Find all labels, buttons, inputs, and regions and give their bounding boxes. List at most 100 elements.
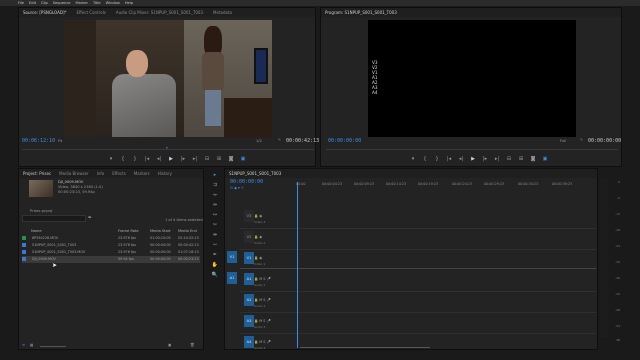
track-target[interactable]: A4	[244, 336, 254, 348]
track-header-a1[interactable]: A1 🔒 M S 🎤 Audio 1	[240, 271, 296, 291]
project-row[interactable]: S1NPUP_S001_S001_T003 23.976 fps 00:00:0…	[22, 242, 200, 249]
program-go-to-out-icon[interactable]: ▸|	[494, 156, 500, 162]
track-target[interactable]: A3	[244, 315, 254, 327]
program-step-forward-icon[interactable]: |▸	[482, 156, 488, 162]
lift-icon[interactable]: ⊟	[506, 156, 512, 162]
program-camera-icon[interactable]: ◙	[530, 156, 536, 162]
tab-markers[interactable]: Markers	[134, 169, 150, 178]
column-name[interactable]: Name	[31, 229, 42, 233]
tab-history[interactable]: History	[158, 169, 172, 178]
tab-media-browser[interactable]: Media Browser	[59, 169, 89, 178]
track-header-a3[interactable]: A3 🔒 M S 🎤 Audio 3	[240, 313, 296, 333]
track-target[interactable]: V3	[244, 210, 254, 222]
new-item-icon[interactable]: ▣	[168, 343, 171, 347]
track-header-v2[interactable]: V2 🔒 ◉ Video 2	[240, 229, 296, 249]
go-to-out-icon[interactable]: ▸|	[192, 156, 198, 162]
step-forward-icon[interactable]: |▸	[180, 156, 186, 162]
program-video-frame[interactable]: V3 V2 V1 A1 A2 A3 A4	[368, 20, 576, 137]
program-timecode[interactable]: 00:00:00:00	[328, 138, 361, 144]
program-mark-in-icon[interactable]: {	[422, 156, 428, 162]
program-wrench-icon[interactable]: ✎	[580, 138, 583, 142]
track-target[interactable]: A2	[244, 294, 254, 306]
menu-edit[interactable]: Edit	[29, 0, 36, 6]
track-target[interactable]: V1	[244, 252, 254, 264]
tab-source[interactable]: Source: [PSNGLOAD]*	[23, 8, 67, 17]
tab-project[interactable]: Project: Prisec	[23, 169, 51, 178]
source-patch-a1[interactable]: A1	[227, 272, 237, 284]
razor-icon[interactable]: ✂	[213, 222, 217, 228]
track-target[interactable]: A1	[244, 273, 254, 285]
timeline-tool-icons[interactable]: ⊡ ◆ ▾ ✎	[230, 186, 244, 190]
tab-program[interactable]: Program: S1NPUP_S001_S001_T003	[325, 8, 397, 17]
column-media-end[interactable]: Media End	[178, 229, 197, 233]
slide-icon[interactable]: ⇿	[213, 242, 217, 248]
selection-tool-icon[interactable]: ▸	[214, 172, 217, 178]
playhead-marker-icon[interactable]: ▾	[166, 146, 168, 150]
source-resolution-select[interactable]: 1/2	[256, 139, 262, 143]
program-scrub-bar[interactable]	[326, 149, 618, 150]
go-to-in-icon[interactable]: |◂	[144, 156, 150, 162]
wrench-icon[interactable]: ✎	[278, 138, 281, 142]
list-view-icon[interactable]: ≡	[22, 343, 25, 347]
step-back-icon[interactable]: ◂|	[156, 156, 162, 162]
source-scrub-bar[interactable]	[22, 149, 314, 150]
extract-icon[interactable]: ⊞	[518, 156, 524, 162]
tab-sequence[interactable]: S1NPUP_S001_S001_T003	[229, 169, 281, 178]
menu-clip[interactable]: Clip	[41, 0, 48, 6]
pen-icon[interactable]: ✒	[213, 252, 217, 258]
timeline-scrollbar[interactable]	[300, 347, 430, 348]
hand-icon[interactable]: ✋	[212, 262, 218, 268]
tab-effect-controls[interactable]: Effect Controls	[77, 8, 106, 17]
trash-icon[interactable]: 🗑	[190, 343, 195, 347]
tab-metadata[interactable]: Metadata	[213, 8, 232, 17]
camera-icon[interactable]: ◙	[228, 156, 234, 162]
clip-preview-thumbnail[interactable]	[29, 180, 53, 197]
column-media-start[interactable]: Media Start	[150, 229, 171, 233]
project-row-selected[interactable]: DJI_0009.MOV 59.94 fps 00:00:00:00 00:00…	[22, 256, 200, 263]
menu-help[interactable]: Help	[125, 0, 133, 6]
track-select-icon[interactable]: ⇉	[213, 182, 217, 188]
new-bin-icon[interactable]: ▬	[88, 215, 91, 219]
source-video-frame[interactable]	[64, 20, 272, 137]
rolling-edit-icon[interactable]: ⇹	[213, 202, 217, 208]
rate-stretch-icon[interactable]: ↔	[213, 212, 217, 218]
program-mark-out-icon[interactable]: }	[434, 156, 440, 162]
column-frame-rate[interactable]: Frame Rate	[118, 229, 139, 233]
slip-icon[interactable]: ⇼	[213, 232, 217, 238]
mark-out-icon[interactable]: }	[132, 156, 138, 162]
play-icon[interactable]: ▶	[168, 156, 174, 162]
track-header-a4[interactable]: A4 🔒 M S 🎤 Audio 4	[240, 334, 296, 354]
menu-title[interactable]: Title	[93, 0, 101, 6]
program-multicam-icon[interactable]: ▣	[542, 156, 548, 162]
program-fit-select[interactable]: Full	[560, 139, 566, 143]
project-row[interactable]: 8P554228.MOV 23.976 fps 01:00:15:05 02:1…	[22, 235, 200, 242]
mark-in-icon[interactable]: {	[120, 156, 126, 162]
program-marker-icon[interactable]: ▾	[410, 156, 416, 162]
ripple-edit-icon[interactable]: ⟛	[213, 192, 218, 198]
tab-effects[interactable]: Effects	[112, 169, 126, 178]
search-field[interactable]	[22, 215, 86, 222]
zoom-icon[interactable]: 🔍	[212, 272, 218, 278]
project-row[interactable]: S1NPUP_S001_S001_T003.MOV 23.976 fps 00:…	[22, 249, 200, 256]
marker-icon[interactable]: ▾	[108, 156, 114, 162]
track-header-v1[interactable]: V1 🔒 ◉ Video 1	[240, 250, 296, 270]
program-step-back-icon[interactable]: ◂|	[458, 156, 464, 162]
multicam-icon[interactable]: ▣	[240, 156, 246, 162]
menu-marker[interactable]: Marker	[76, 0, 88, 6]
source-timecode[interactable]: 00:06:12:10	[22, 138, 55, 144]
track-header-a2[interactable]: A2 🔒 M S 🎤 Audio 2	[240, 292, 296, 312]
menu-window[interactable]: Window	[106, 0, 120, 6]
menu-file[interactable]: File	[18, 0, 24, 6]
timeline-playhead[interactable]	[297, 182, 298, 348]
source-fit-select[interactable]: Fit	[58, 139, 62, 143]
track-header-v3[interactable]: V3 🔒 ◉ Video 3	[240, 208, 296, 228]
menu-sequence[interactable]: Sequence	[53, 0, 71, 6]
insert-icon[interactable]: ⊟	[204, 156, 210, 162]
tab-audio-clip-mixer[interactable]: Audio Clip Mixer: S1NPUP_S001_S001_T003	[116, 8, 203, 17]
timeline-timecode[interactable]: 00:00:00:00	[230, 179, 263, 185]
track-target[interactable]: V2	[244, 231, 254, 243]
overwrite-icon[interactable]: ⊞	[216, 156, 222, 162]
timeline-ruler[interactable]: 00:00 00:00:04:23 00:00:09:23 00:00:14:2…	[296, 182, 596, 192]
source-patch-v1[interactable]: V1	[227, 251, 237, 263]
tab-info[interactable]: Info	[97, 169, 105, 178]
